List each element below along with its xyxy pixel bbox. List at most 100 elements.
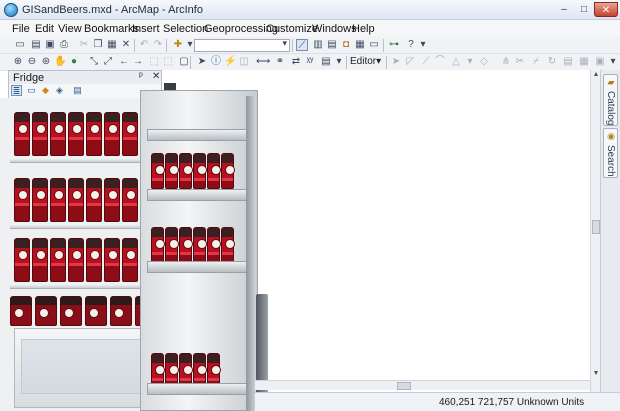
- copy-icon[interactable]: ❐: [92, 39, 104, 51]
- clear-selection-icon[interactable]: ⬚: [162, 56, 174, 68]
- editor-menu-button[interactable]: Editor▾: [350, 56, 381, 67]
- menu-bar: File Edit View Bookmarks Insert Selectio…: [0, 20, 620, 37]
- add-data-icon[interactable]: ✚: [172, 39, 184, 51]
- toc-options-icon[interactable]: ▤: [72, 85, 83, 96]
- select-arrow-icon[interactable]: ➤: [196, 56, 208, 68]
- menu-selection[interactable]: Selection: [163, 23, 208, 35]
- menu-bookmarks[interactable]: Bookmarks: [84, 23, 139, 35]
- point-icon[interactable]: ▾: [464, 56, 476, 68]
- split-tool-icon[interactable]: ⌿: [530, 56, 542, 68]
- go-to-xy-icon[interactable]: ᵡʸ: [304, 56, 316, 68]
- map-horizontal-scrollbar[interactable]: [255, 380, 590, 390]
- cut-polygons-icon[interactable]: ✂: [514, 56, 526, 68]
- rotate-icon[interactable]: ↻: [546, 56, 558, 68]
- close-button[interactable]: ✕: [594, 2, 618, 17]
- measure-icon[interactable]: ⟷: [256, 56, 270, 68]
- fixed-zoom-out-icon[interactable]: ⤢: [102, 56, 114, 68]
- model-builder-icon[interactable]: ⊶: [388, 39, 400, 51]
- select-features-icon[interactable]: ⬚: [148, 56, 160, 68]
- zoom-out-icon[interactable]: ⊖: [26, 56, 38, 68]
- sketch-properties-icon[interactable]: ▦: [578, 56, 590, 68]
- list-by-source-icon[interactable]: ▭: [26, 85, 37, 96]
- html-popup-icon[interactable]: ◫: [238, 56, 250, 68]
- toolbar-separator: [386, 56, 387, 69]
- save-icon[interactable]: ▣: [44, 39, 56, 51]
- find-binoculars-icon[interactable]: ⚭: [274, 56, 286, 68]
- edit-tool-icon[interactable]: ➤: [390, 56, 402, 68]
- catalog-folder-icon: ▰: [607, 77, 615, 87]
- paste-icon[interactable]: ▦: [106, 39, 118, 51]
- scroll-down-arrow-icon[interactable]: ▼: [592, 370, 600, 379]
- toolbar-separator: [292, 39, 293, 52]
- auto-hide-pin-icon[interactable]: ᵖ: [139, 71, 143, 82]
- tools-toolbar: ⊕ ⊖ ⊛ ✋ ● ⤡ ⤢ ← → ⬚ ⬚ ▢ ➤ ⓘ ⚡ ◫ ⟷ ⚭ ⇄ ᵡʸ…: [0, 54, 620, 71]
- list-by-drawing-order-icon[interactable]: ≣: [11, 85, 22, 96]
- map-vertical-scrollbar[interactable]: ▲ ▼: [590, 70, 600, 392]
- menu-edit[interactable]: Edit: [35, 23, 54, 35]
- edit-annotation-icon[interactable]: ◸: [404, 56, 416, 68]
- vertical-scroll-thumb[interactable]: [592, 220, 600, 234]
- beer-can: [14, 112, 30, 156]
- print-icon[interactable]: ⎙: [58, 39, 70, 51]
- maximize-button[interactable]: □: [574, 2, 594, 17]
- beer-can: [104, 178, 120, 222]
- full-extent-globe-icon[interactable]: ●: [68, 56, 80, 68]
- toolbar-options-icon[interactable]: ▾: [607, 56, 619, 68]
- minimize-button[interactable]: –: [554, 2, 574, 17]
- next-extent-icon[interactable]: →: [132, 56, 144, 68]
- beer-can: [60, 296, 82, 326]
- search-window-icon[interactable]: ◘: [340, 39, 352, 51]
- table-of-contents-icon[interactable]: ▥: [312, 39, 324, 51]
- menu-insert[interactable]: Insert: [132, 23, 160, 35]
- toolbar-options-icon[interactable]: ▾: [417, 39, 429, 51]
- editor-toolbar-icon[interactable]: ⟋: [296, 39, 308, 51]
- delete-icon[interactable]: ✕: [120, 39, 132, 51]
- menu-windows[interactable]: Windows: [312, 23, 357, 35]
- pan-hand-icon[interactable]: ✋: [54, 56, 66, 68]
- open-folder-icon[interactable]: ▤: [30, 39, 42, 51]
- python-window-icon[interactable]: ▭: [368, 39, 380, 51]
- panel-close-icon[interactable]: ✕: [152, 71, 160, 82]
- zoom-in-icon[interactable]: ⊕: [12, 56, 24, 68]
- menu-view[interactable]: View: [58, 23, 82, 35]
- search-tab[interactable]: ◉ Search: [603, 128, 618, 178]
- redo-icon[interactable]: ↷: [152, 39, 164, 51]
- fixed-zoom-icon[interactable]: ⊛: [40, 56, 52, 68]
- trace-icon[interactable]: △: [450, 56, 462, 68]
- beer-can: [10, 296, 32, 326]
- menu-file[interactable]: File: [12, 23, 30, 35]
- select-elements-icon[interactable]: ▢: [178, 56, 190, 68]
- beer-can: [151, 227, 165, 263]
- find-route-icon[interactable]: ⇄: [290, 56, 302, 68]
- edit-vertices-icon[interactable]: ◇: [478, 56, 490, 68]
- new-document-icon[interactable]: ▭: [14, 39, 26, 51]
- menu-help[interactable]: Help: [352, 23, 375, 35]
- undo-icon[interactable]: ↶: [138, 39, 150, 51]
- title-bar: GISandBeers.mxd - ArcMap - ArcInfo – □ ✕: [0, 0, 620, 20]
- scroll-up-arrow-icon[interactable]: ▲: [592, 71, 600, 80]
- create-features-icon[interactable]: ▣: [594, 56, 606, 68]
- time-slider-icon[interactable]: ▤: [320, 56, 332, 68]
- arctoolbox-icon[interactable]: ▦: [354, 39, 366, 51]
- beer-can: [165, 153, 179, 189]
- hyperlink-icon[interactable]: ⚡: [224, 56, 236, 68]
- beer-can: [35, 296, 57, 326]
- toolbar-separator: [134, 39, 135, 52]
- fixed-zoom-in-icon[interactable]: ⤡: [88, 56, 100, 68]
- straight-segment-icon[interactable]: ⟋: [420, 56, 432, 68]
- whats-this-help-icon[interactable]: ?: [405, 39, 417, 51]
- previous-extent-icon[interactable]: ←: [118, 56, 130, 68]
- catalog-window-icon[interactable]: ▤: [326, 39, 338, 51]
- list-by-selection-icon[interactable]: ◈: [54, 85, 65, 96]
- map-scale-combo[interactable]: [194, 38, 290, 52]
- cut-icon[interactable]: ✂: [78, 39, 90, 51]
- horizontal-scroll-thumb[interactable]: [397, 382, 411, 390]
- identify-icon[interactable]: ⓘ: [210, 56, 222, 68]
- list-by-visibility-icon[interactable]: ◆: [40, 85, 51, 96]
- catalog-tab[interactable]: ▰ Catalog: [603, 74, 618, 126]
- attributes-icon[interactable]: ▤: [562, 56, 574, 68]
- endpoint-arc-icon[interactable]: ⌒: [434, 56, 446, 68]
- reshape-feature-icon[interactable]: ⋔: [500, 56, 512, 68]
- menu-customize[interactable]: Customize: [266, 23, 318, 35]
- create-viewer-icon[interactable]: ▾: [333, 56, 345, 68]
